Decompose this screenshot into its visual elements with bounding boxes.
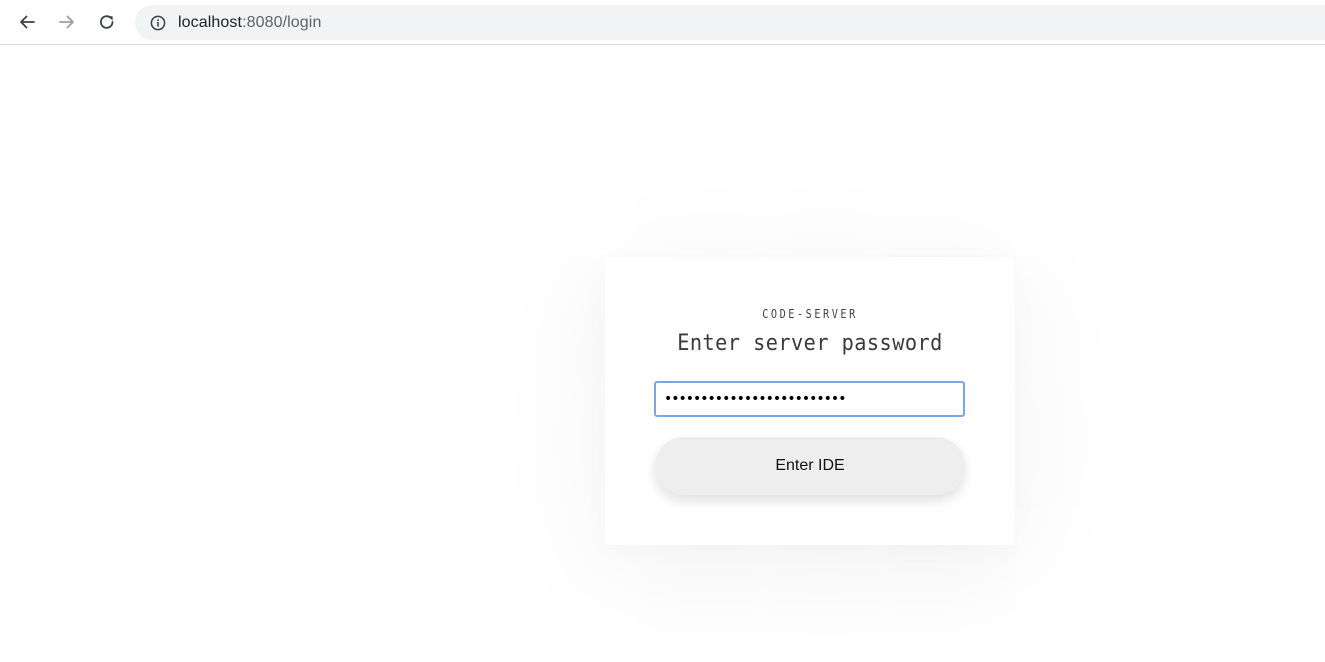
url-host: localhost [178,13,243,31]
brand-label: CODE-SERVER [762,307,858,321]
url-path: :8080/login [242,13,322,31]
site-info-button[interactable] [148,13,168,33]
arrow-left-icon [20,15,35,29]
arrow-right-icon [59,15,74,29]
info-icon [150,15,166,30]
browser-toolbar: localhost:8080/login [0,0,1325,45]
page-title: Enter server password [677,331,943,356]
reload-icon [100,15,114,29]
page-content: CODE-SERVER Enter server password Enter … [0,46,1325,662]
enter-ide-button[interactable]: Enter IDE [655,437,965,495]
address-bar[interactable]: localhost:8080/login [135,5,1325,40]
back-button[interactable] [12,7,42,37]
url-text: localhost:8080/login [178,14,321,32]
forward-button[interactable] [52,7,82,37]
password-field[interactable] [654,381,965,417]
login-form: CODE-SERVER Enter server password Enter … [605,257,1015,545]
reload-button[interactable] [92,7,122,37]
